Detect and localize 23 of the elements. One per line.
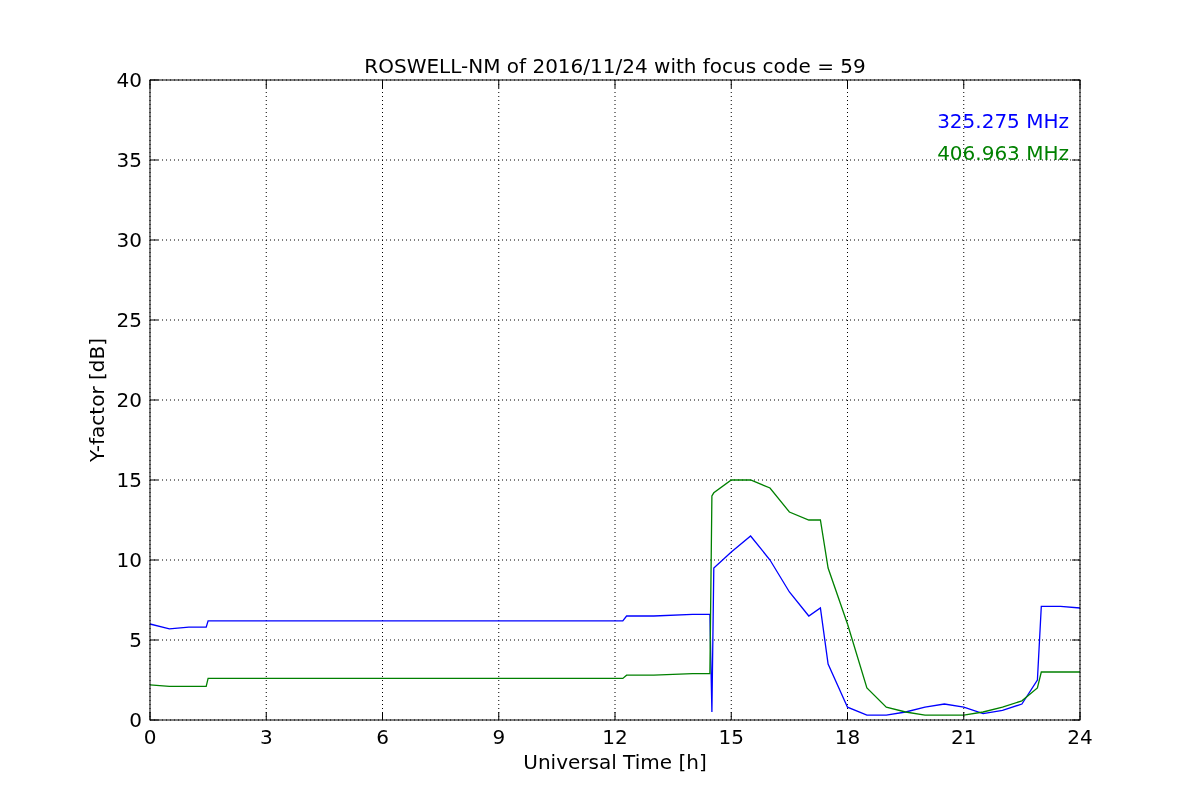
x-tick-label: 9 [492,725,506,749]
x-tick-label: 12 [602,725,628,749]
y-tick-label: 0 [129,708,142,732]
x-tick-label: 18 [834,725,861,749]
x-tick-label: 6 [376,725,389,749]
x-tick-label: 21 [951,725,977,749]
x-tick-label: 24 [1067,725,1093,749]
legend-label: 325.275 MHz [937,109,1069,133]
y-tick-label: 10 [116,548,142,572]
y-tick-label: 35 [116,148,142,172]
x-tick-label: 0 [143,725,157,749]
legend-label: 406.963 MHz [937,141,1069,165]
y-tick-label: 15 [116,468,142,492]
y-tick-label: 20 [116,388,142,412]
x-tick-label: 15 [718,725,744,749]
y-tick-label: 30 [116,228,142,252]
y-axis-title: Y-factor [dB] [85,338,109,462]
chart-title: ROSWELL-NM of 2016/11/24 with focus code = 59 [364,54,866,78]
x-tick-label: 3 [259,725,273,749]
x-axis-title: Universal Time [h] [523,750,707,774]
y-tick-label: 5 [129,628,142,652]
y-tick-label: 25 [116,308,142,332]
y-tick-label: 40 [116,68,142,92]
